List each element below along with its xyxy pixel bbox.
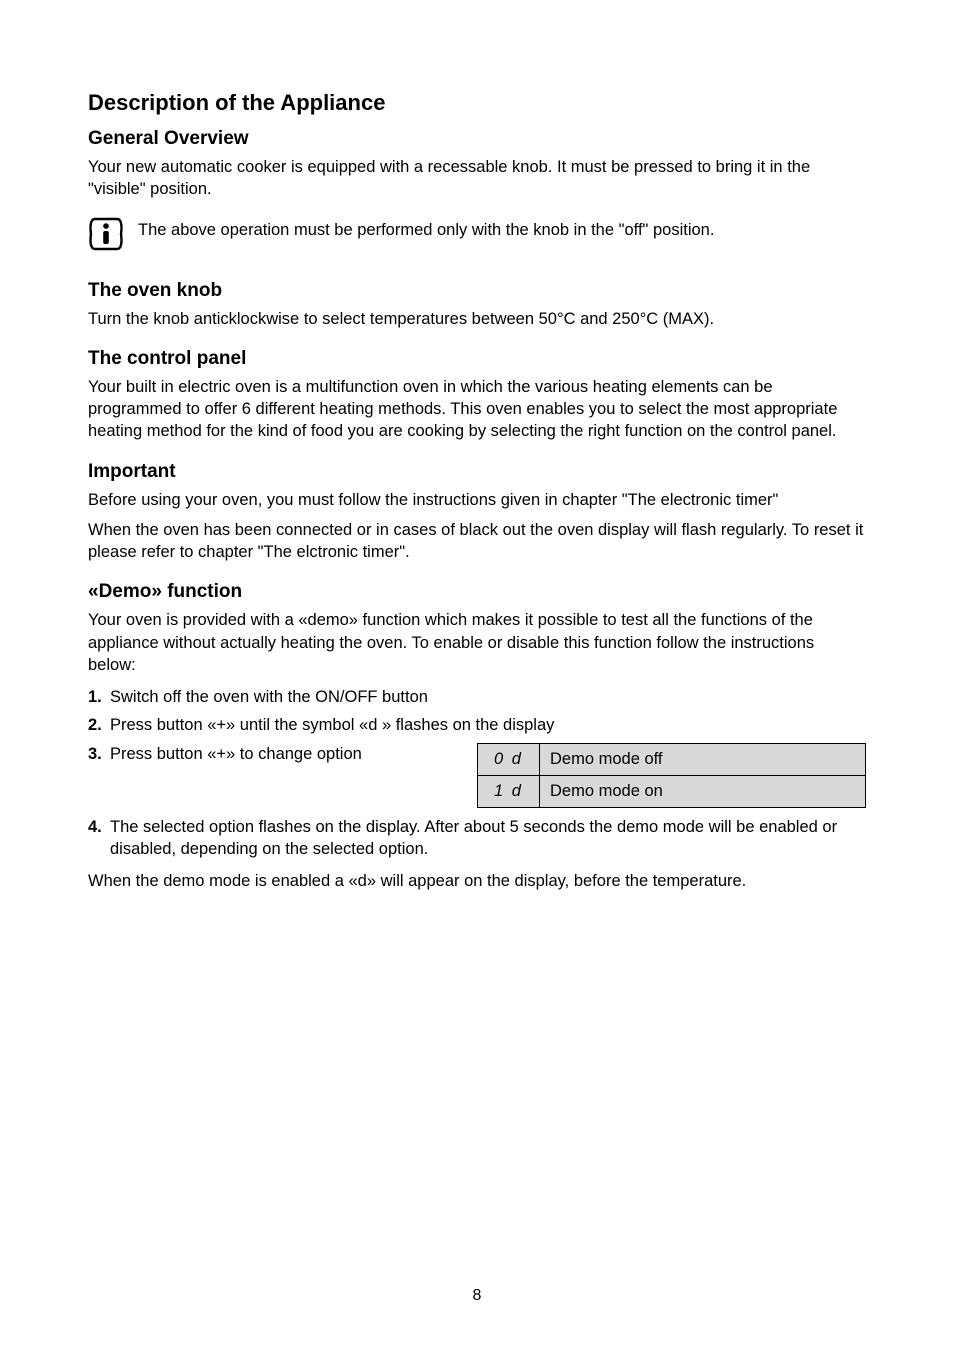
step-num: 2. [88, 714, 110, 736]
page-number: 8 [0, 1287, 954, 1305]
step-1: 1. Switch off the oven with the ON/OFF b… [88, 686, 866, 708]
para-important-2: When the oven has been connected or in c… [88, 519, 866, 564]
info-text: The above operation must be performed on… [138, 219, 714, 241]
step-num: 1. [88, 686, 110, 708]
info-icon [88, 217, 124, 256]
step-text: Press button «+» until the symbol «d » f… [110, 714, 554, 736]
table-row: 0 d Demo mode off [478, 743, 866, 775]
heading-important: Important [88, 461, 866, 483]
table-row: 1 d Demo mode on [478, 775, 866, 807]
para-demo-note: When the demo mode is enabled a «d» will… [88, 870, 866, 892]
step-text: Switch off the oven with the ON/OFF butt… [110, 686, 428, 708]
info-callout: The above operation must be performed on… [88, 219, 866, 256]
step-3: 3. Press button «+» to change option [88, 743, 449, 765]
option-desc-0d: Demo mode off [540, 743, 866, 775]
step-num: 3. [88, 743, 110, 765]
option-code-1d: 1 d [478, 775, 540, 807]
heading-demo-function: «Demo» function [88, 581, 866, 603]
para-control-panel: Your built in electric oven is a multifu… [88, 376, 866, 443]
para-important-1: Before using your oven, you must follow … [88, 489, 866, 511]
para-general-overview: Your new automatic cooker is equipped wi… [88, 156, 866, 201]
step-4: 4. The selected option flashes on the di… [88, 816, 866, 861]
demo-options-table: 0 d Demo mode off 1 d Demo mode on [477, 743, 866, 808]
option-code-0d: 0 d [478, 743, 540, 775]
heading-general-overview: General Overview [88, 128, 866, 150]
step-text: The selected option flashes on the displ… [110, 816, 866, 861]
heading-oven-knob: The oven knob [88, 280, 866, 302]
para-demo-intro: Your oven is provided with a «demo» func… [88, 609, 866, 676]
para-oven-knob: Turn the knob anticklockwise to select t… [88, 308, 866, 330]
heading-control-panel: The control panel [88, 348, 866, 370]
step-num: 4. [88, 816, 110, 838]
section-title: Description of the Appliance [88, 90, 866, 116]
step-2: 2. Press button «+» until the symbol «d … [88, 714, 866, 736]
step-text: Press button «+» to change option [110, 743, 362, 765]
option-desc-1d: Demo mode on [540, 775, 866, 807]
